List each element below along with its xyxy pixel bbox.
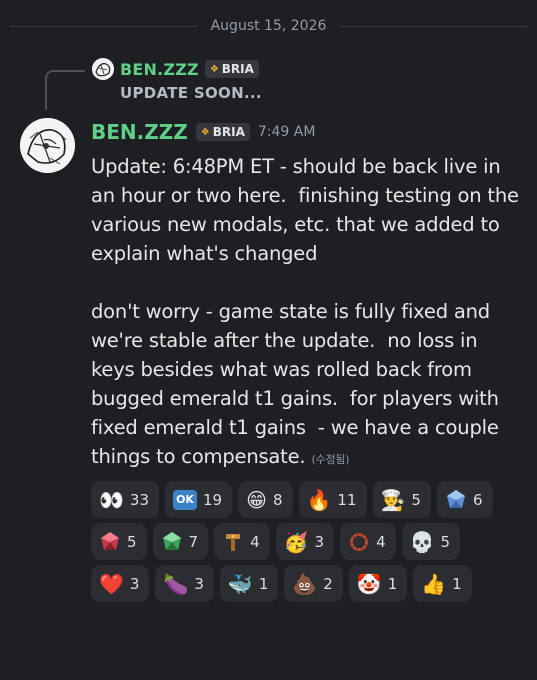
date-divider: August 15, 2026 <box>10 15 528 37</box>
reaction-count: 4 <box>250 532 260 551</box>
blue-gem-icon <box>446 489 465 508</box>
reply-preview[interactable]: BEN.ZZZ ❖ BRIA UPDATE SOON... <box>92 58 262 102</box>
reaction-count: 1 <box>258 574 269 593</box>
tag-icon: ❖ <box>200 126 210 138</box>
reply-username[interactable]: BEN.ZZZ <box>120 60 199 79</box>
reply-text[interactable]: UPDATE SOON... <box>120 84 262 102</box>
reply-avatar[interactable] <box>92 58 114 80</box>
reaction-count: 7 <box>188 532 199 551</box>
tool-icon <box>226 533 241 551</box>
eggplant-icon: 🍆 <box>163 571 189 596</box>
reaction-count: 5 <box>411 490 421 509</box>
reaction-count: 2 <box>323 574 333 593</box>
fire-icon: 🔥 <box>306 487 332 512</box>
reaction-party[interactable]: 🥳 3 <box>275 523 335 560</box>
reaction-count: 6 <box>472 490 483 509</box>
reaction-count: 33 <box>129 490 149 509</box>
reaction-eggplant[interactable]: 🍆 3 <box>155 565 214 602</box>
divider-date: August 15, 2026 <box>210 18 327 34</box>
ring-icon <box>350 532 369 551</box>
reaction-clown[interactable]: 🤡 1 <box>348 565 408 602</box>
whale-icon: 🐳 <box>227 571 253 596</box>
reply-tag-label: BRIA <box>221 62 254 76</box>
reaction-gem-blue[interactable]: 6 <box>436 481 493 518</box>
reaction-count: 19 <box>203 490 223 509</box>
reaction-thumbs-up[interactable]: 👍 1 <box>413 565 472 602</box>
message-server-tag[interactable]: ❖ BRIA <box>195 123 250 141</box>
message-username[interactable]: BEN.ZZZ <box>91 120 188 144</box>
reaction-poop[interactable]: 💩 2 <box>284 565 343 602</box>
reactions-bar: 👀 33 OK 19 😁 8 🔥 11 👨‍🍳 5 6 5 7 4 🥳 3 4 💀 5 ❤️ 3… <box>91 481 521 602</box>
cook-icon: 👨‍🍳 <box>380 487 406 512</box>
grin-icon: 😁 <box>246 487 267 512</box>
tag-icon: ❖ <box>209 63 219 75</box>
eyes-icon: 👀 <box>99 487 124 512</box>
reaction-whale[interactable]: 🐳 1 <box>219 565 279 602</box>
message-body: Update: 6:48PM ET - should be back live … <box>91 152 523 474</box>
reaction-gem-red[interactable]: 5 <box>91 523 147 560</box>
reaction-count: 3 <box>314 532 325 551</box>
message: BEN.ZZZ ❖ BRIA 7:49 AM Update: 6:48PM ET… <box>91 118 523 474</box>
reply-spine <box>45 70 85 110</box>
reaction-count: 11 <box>337 490 357 509</box>
heart-icon: ❤️ <box>99 571 124 596</box>
reaction-gem-green[interactable]: 7 <box>152 523 209 560</box>
edited-label: (수정됨) <box>311 453 350 466</box>
reaction-cook[interactable]: 👨‍🍳 5 <box>372 481 431 518</box>
reaction-eyes[interactable]: 👀 33 <box>91 481 159 518</box>
divider-line-left <box>10 25 197 27</box>
reaction-count: 5 <box>440 532 451 551</box>
reaction-count: 4 <box>376 532 386 551</box>
ok-icon: OK <box>173 489 197 510</box>
reaction-count: 3 <box>129 574 140 593</box>
green-gem-icon <box>162 531 181 550</box>
skull-icon: 💀 <box>409 529 435 554</box>
divider-line-right <box>340 25 528 27</box>
reply-server-tag[interactable]: ❖ BRIA <box>204 60 259 78</box>
message-tag-label: BRIA <box>212 125 245 139</box>
reaction-heart[interactable]: ❤️ 3 <box>91 565 150 602</box>
party-face-icon: 🥳 <box>283 529 309 554</box>
message-timestamp[interactable]: 7:49 AM <box>258 124 316 140</box>
message-avatar[interactable] <box>20 118 75 173</box>
poop-icon: 💩 <box>292 571 318 596</box>
reaction-count: 3 <box>194 574 204 593</box>
reaction-fire[interactable]: 🔥 11 <box>298 481 367 518</box>
reaction-count: 8 <box>272 490 283 509</box>
message-text: Update: 6:48PM ET - should be back live … <box>91 155 519 468</box>
reaction-count: 1 <box>387 574 398 593</box>
reaction-count: 1 <box>452 574 462 593</box>
reaction-grin[interactable]: 😁 8 <box>238 481 293 518</box>
reaction-count: 5 <box>127 532 137 551</box>
reaction-ring[interactable]: 4 <box>340 523 396 560</box>
red-gem-icon <box>101 531 119 550</box>
reaction-tool[interactable]: 4 <box>214 523 270 560</box>
reaction-skull[interactable]: 💀 5 <box>401 523 461 560</box>
clown-icon: 🤡 <box>356 571 382 596</box>
reaction-ok[interactable]: OK 19 <box>165 481 233 518</box>
thumbs-up-icon: 👍 <box>421 571 447 596</box>
